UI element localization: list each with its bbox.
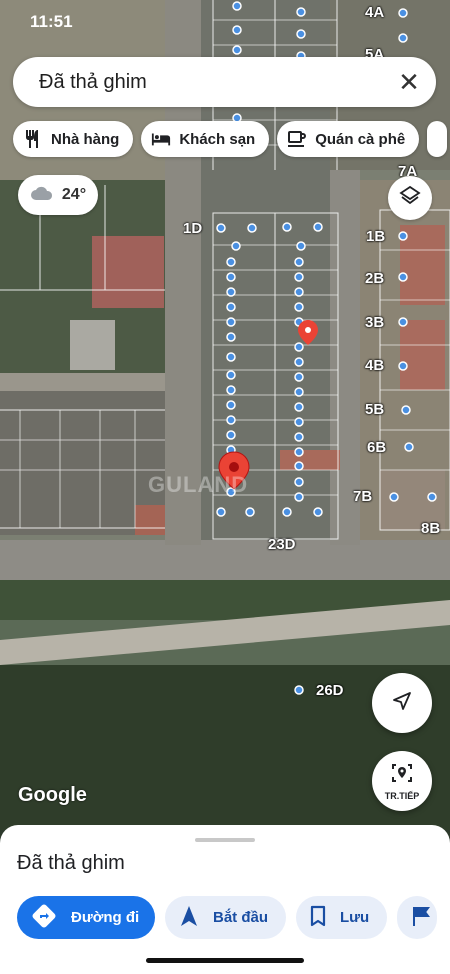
action-buttons: Đường đi Bắt đầu Lưu xyxy=(17,896,438,939)
status-time: 11:51 xyxy=(30,12,73,31)
label-button[interactable] xyxy=(397,896,438,939)
map-label-3b: 3B xyxy=(365,314,385,331)
map-label-7b: 7B xyxy=(353,488,373,505)
coffee-icon xyxy=(287,130,307,148)
watermark: GULAND xyxy=(148,472,249,497)
chip-label: Quán cà phê xyxy=(315,130,406,148)
navigation-arrow-icon xyxy=(179,905,199,931)
chip-more[interactable] xyxy=(427,121,448,157)
search-bar[interactable]: Đã thả ghim ✕ xyxy=(13,57,436,107)
street-view-button[interactable]: TR.TIẾP xyxy=(372,751,432,811)
street-view-label: TR.TIẾP xyxy=(384,791,420,801)
bookmark-icon xyxy=(310,905,326,931)
map-label-26d: 26D xyxy=(316,682,344,699)
start-button[interactable]: Bắt đầu xyxy=(165,896,287,939)
chip-label: Nhà hàng xyxy=(51,130,120,148)
close-icon[interactable]: ✕ xyxy=(396,69,422,95)
cloudy-icon xyxy=(30,185,54,206)
restaurant-icon xyxy=(23,129,43,149)
save-label: Lưu xyxy=(340,909,370,926)
directions-button[interactable]: Đường đi xyxy=(17,896,155,939)
start-label: Bắt đầu xyxy=(213,909,269,926)
street-view-icon xyxy=(390,761,414,790)
layers-icon xyxy=(399,185,421,212)
map-label-4a: 4A xyxy=(365,4,385,21)
save-button[interactable]: Lưu xyxy=(296,896,388,939)
directions-icon xyxy=(31,903,57,933)
flag-icon xyxy=(411,905,431,931)
directions-label: Đường đi xyxy=(71,909,140,926)
map-label-1b: 1B xyxy=(366,228,386,245)
hotel-icon xyxy=(151,131,171,147)
navigation-icon xyxy=(391,690,413,717)
map-label-23d: 23D xyxy=(268,536,296,553)
map-label-5b: 5B xyxy=(365,401,385,418)
category-chips: Nhà hàng Khách sạn Quán cà phê xyxy=(13,121,448,157)
bottom-sheet[interactable]: Đã thả ghim Đường đi Bắt đầu Lưu xyxy=(0,825,450,974)
search-input[interactable]: Đã thả ghim xyxy=(39,71,396,94)
google-attribution: Google xyxy=(18,784,87,806)
map-label-8b: 8B xyxy=(421,520,441,537)
map-label-1d: 1D xyxy=(183,220,203,237)
temperature: 24° xyxy=(61,186,87,203)
chip-hotels[interactable]: Khách sạn xyxy=(141,121,270,157)
weather-chip: 24° xyxy=(18,175,98,215)
map-label-4b: 4B xyxy=(365,357,385,374)
map-label-6b: 6B xyxy=(367,439,387,456)
sheet-title: Đã thả ghim xyxy=(17,852,125,874)
chip-restaurants[interactable]: Nhà hàng xyxy=(13,121,134,157)
chip-coffee[interactable]: Quán cà phê xyxy=(277,121,420,157)
home-indicator xyxy=(146,958,304,963)
map-label-2b: 2B xyxy=(365,270,385,287)
my-location-button[interactable] xyxy=(372,673,432,733)
layers-button[interactable] xyxy=(388,176,432,220)
chip-label: Khách sạn xyxy=(179,130,256,148)
sheet-drag-handle[interactable] xyxy=(195,838,255,842)
